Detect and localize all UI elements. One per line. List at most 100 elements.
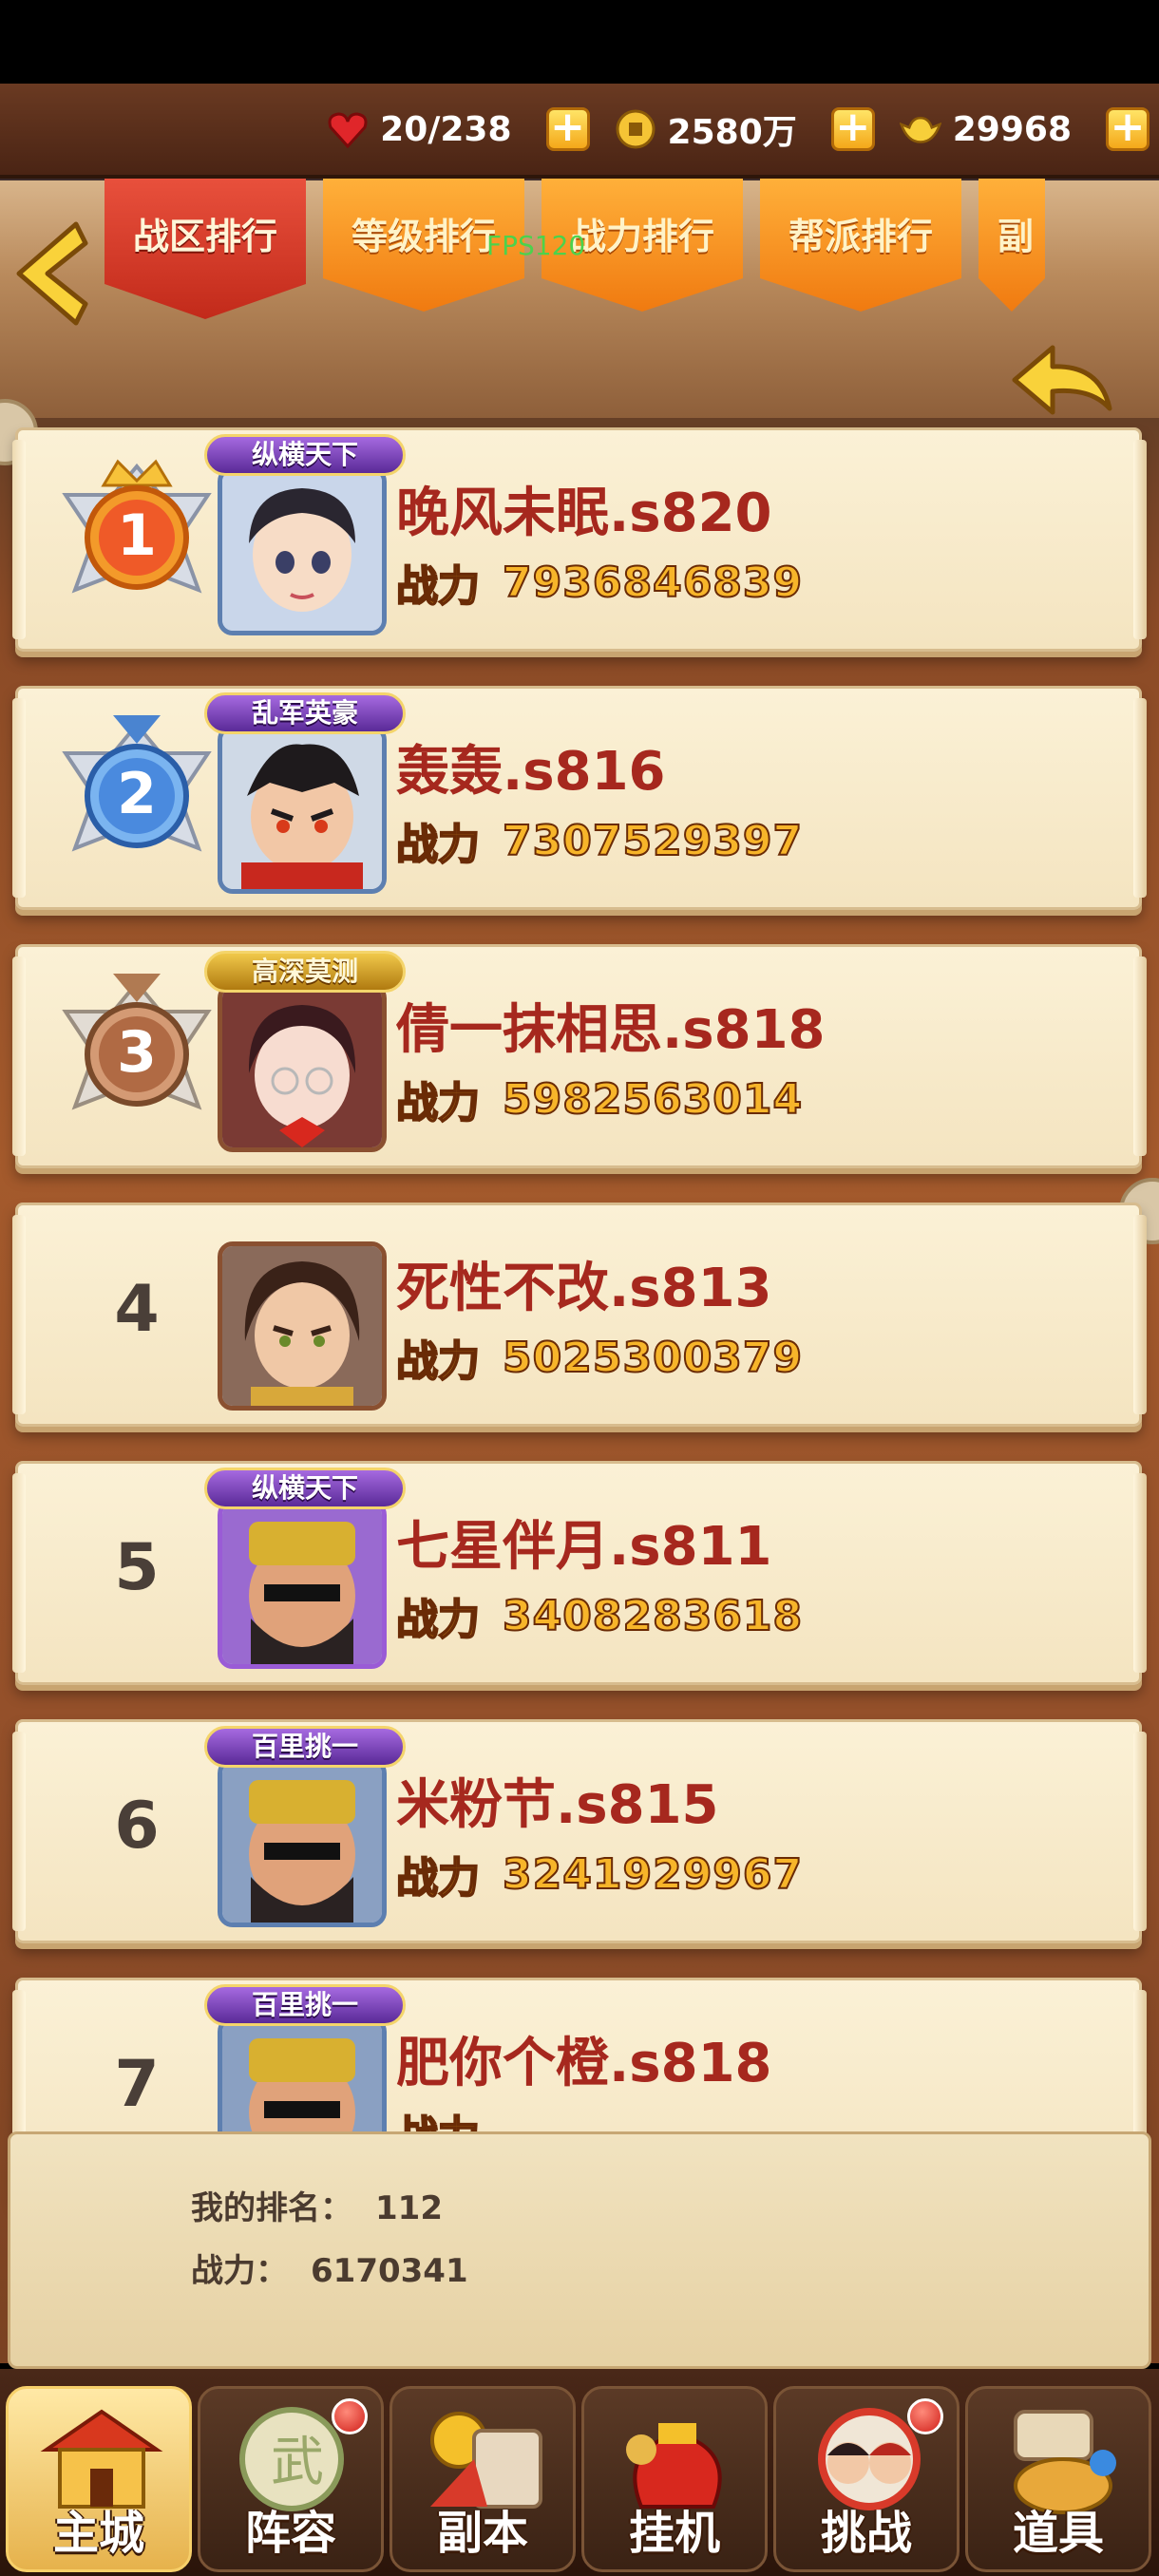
- rank-number: 1: [117, 502, 157, 569]
- ranking-row[interactable]: 6 百里挑一 米粉节.s815 战力 3241929967: [12, 1719, 1147, 1943]
- avatar[interactable]: [218, 466, 387, 635]
- title-badge: 乱军英豪: [204, 692, 406, 734]
- stamina-value: 20/238: [380, 109, 512, 149]
- power-label: 战力: [395, 1078, 481, 1128]
- silver-medal-icon: 2: [47, 706, 227, 896]
- ingot-value: 29968: [952, 109, 1072, 149]
- tab-guild-ranking[interactable]: 帮派排行: [760, 179, 961, 312]
- title-badge: 百里挑一: [204, 1726, 406, 1768]
- coin-resource: 2580万: [615, 104, 797, 154]
- coin-icon: [615, 109, 656, 149]
- rank-number: 6: [114, 1789, 160, 1864]
- avatar[interactable]: [218, 983, 387, 1152]
- player-name: 轰轰.s816: [396, 741, 666, 803]
- nav-challenge[interactable]: 挑战: [773, 2386, 960, 2572]
- rank-number: 2: [117, 761, 157, 827]
- my-rank-line: 我的排名： 112: [191, 2182, 443, 2228]
- power-value: 5025300379: [502, 1333, 804, 1383]
- power-label: 战力: [395, 1853, 481, 1904]
- nav-items[interactable]: 道具: [965, 2386, 1151, 2572]
- nav-label: 挂机: [628, 2507, 720, 2560]
- tab-label: 副: [998, 216, 1035, 257]
- rank-number: 7: [114, 2047, 160, 2122]
- player-name: 肥你个橙.s818: [396, 2033, 772, 2094]
- power-value: 7307529397: [502, 816, 804, 866]
- player-name: 米粉节.s815: [396, 1774, 719, 1836]
- notification-dot: [332, 2398, 368, 2434]
- stamina-resource: 20/238: [327, 109, 512, 149]
- power-row: 战力 5982563014: [395, 1069, 804, 1129]
- avatar[interactable]: [218, 725, 387, 894]
- ranking-row[interactable]: 5 纵横天下 七星伴月.s811 战力 3408283618: [12, 1461, 1147, 1685]
- power-label: 战力: [395, 820, 481, 870]
- player-name: 倩一抹相思.s818: [396, 999, 826, 1061]
- rank-number: 5: [114, 1530, 160, 1605]
- bronze-medal-icon: 3: [47, 964, 227, 1154]
- nav-lineup[interactable]: 武 阵容: [198, 2386, 384, 2572]
- gold-medal-icon: 1: [47, 447, 227, 637]
- ranking-row[interactable]: 4 死性不改.s813 战力 5025300379: [12, 1203, 1147, 1427]
- power-value: 7936846839: [502, 558, 804, 608]
- ranking-row[interactable]: 2 乱军英豪 轰轰.s816 战力 7307529397: [12, 686, 1147, 910]
- ranking-row[interactable]: 1 纵横天下 晚风未眠.s820 战力 7936846839: [12, 427, 1147, 652]
- status-bar: [0, 0, 1159, 84]
- tab-label: 战区排行: [132, 216, 277, 257]
- avatar[interactable]: [218, 1241, 387, 1411]
- add-ingot-button[interactable]: +: [1106, 106, 1150, 151]
- my-power-label: 战力：: [191, 2252, 288, 2290]
- heart-icon: [327, 110, 369, 148]
- resource-bar: 20/238 + 2580万 + 29968 +: [0, 84, 1159, 179]
- tab-label: 战力排行: [569, 216, 714, 257]
- ranking-row[interactable]: 3 高深莫测 倩一抹相思.s818 战力 5982563014: [12, 944, 1147, 1168]
- avatar[interactable]: [218, 1500, 387, 1669]
- tab-label: 等级排行: [351, 216, 496, 257]
- ingot-resource: 29968: [899, 109, 1072, 149]
- power-value: 3408283618: [502, 1591, 804, 1641]
- power-label: 战力: [395, 561, 481, 612]
- fps-counter: FPS120: [486, 230, 586, 261]
- svg-text:武: 武: [271, 2432, 324, 2493]
- power-label: 战力: [395, 1595, 481, 1645]
- avatar[interactable]: [218, 1758, 387, 1927]
- player-name: 死性不改.s813: [396, 1258, 772, 1319]
- add-stamina-button[interactable]: +: [545, 106, 590, 151]
- nav-main-city[interactable]: 主城: [6, 2386, 192, 2572]
- tab-dungeon-ranking[interactable]: 副: [978, 179, 1045, 312]
- my-rank-value: 112: [375, 2189, 443, 2227]
- power-row: 战力 3241929967: [395, 1844, 804, 1904]
- power-value: 5982563014: [502, 1074, 804, 1125]
- add-coin-button[interactable]: +: [830, 106, 875, 151]
- power-label: 战力: [395, 1336, 481, 1387]
- power-row: 战力 7936846839: [395, 552, 804, 613]
- nav-label: 主城: [52, 2507, 144, 2560]
- gold-ingot-icon: [899, 110, 941, 148]
- return-arrow-icon[interactable]: [1005, 342, 1119, 437]
- player-name: 七星伴月.s811: [396, 1516, 772, 1578]
- my-rank-label: 我的排名：: [191, 2189, 352, 2227]
- power-value: 3241929967: [502, 1849, 804, 1900]
- rank-number: 4: [114, 1272, 160, 1347]
- nav-label: 副本: [436, 2507, 528, 2560]
- power-row: 战力 3408283618: [395, 1585, 804, 1646]
- my-power-line: 战力： 6170341: [191, 2245, 468, 2291]
- title-badge: 高深莫测: [204, 951, 406, 993]
- nav-dungeon[interactable]: 副本: [390, 2386, 576, 2572]
- back-arrow-icon[interactable]: [10, 217, 95, 331]
- nav-label: 阵容: [244, 2507, 336, 2560]
- nav-label: 挑战: [820, 2507, 912, 2560]
- title-badge: 纵横天下: [204, 434, 406, 476]
- tab-zone-ranking[interactable]: 战区排行: [104, 179, 306, 319]
- tab-label: 帮派排行: [788, 216, 933, 257]
- rank-number: 3: [117, 1019, 157, 1086]
- my-power-value: 6170341: [311, 2252, 468, 2290]
- my-rank-panel: 我的排名： 112 战力： 6170341: [8, 2131, 1151, 2369]
- nav-label: 道具: [1012, 2507, 1104, 2560]
- power-row: 战力 5025300379: [395, 1327, 804, 1388]
- title-badge: 百里挑一: [204, 1984, 406, 2026]
- power-row: 战力 7307529397: [395, 810, 804, 871]
- title-badge: 纵横天下: [204, 1468, 406, 1509]
- player-name: 晚风未眠.s820: [396, 483, 772, 544]
- nav-idle[interactable]: 挂机: [581, 2386, 768, 2572]
- notification-dot: [907, 2398, 943, 2434]
- coin-value: 2580万: [667, 113, 797, 152]
